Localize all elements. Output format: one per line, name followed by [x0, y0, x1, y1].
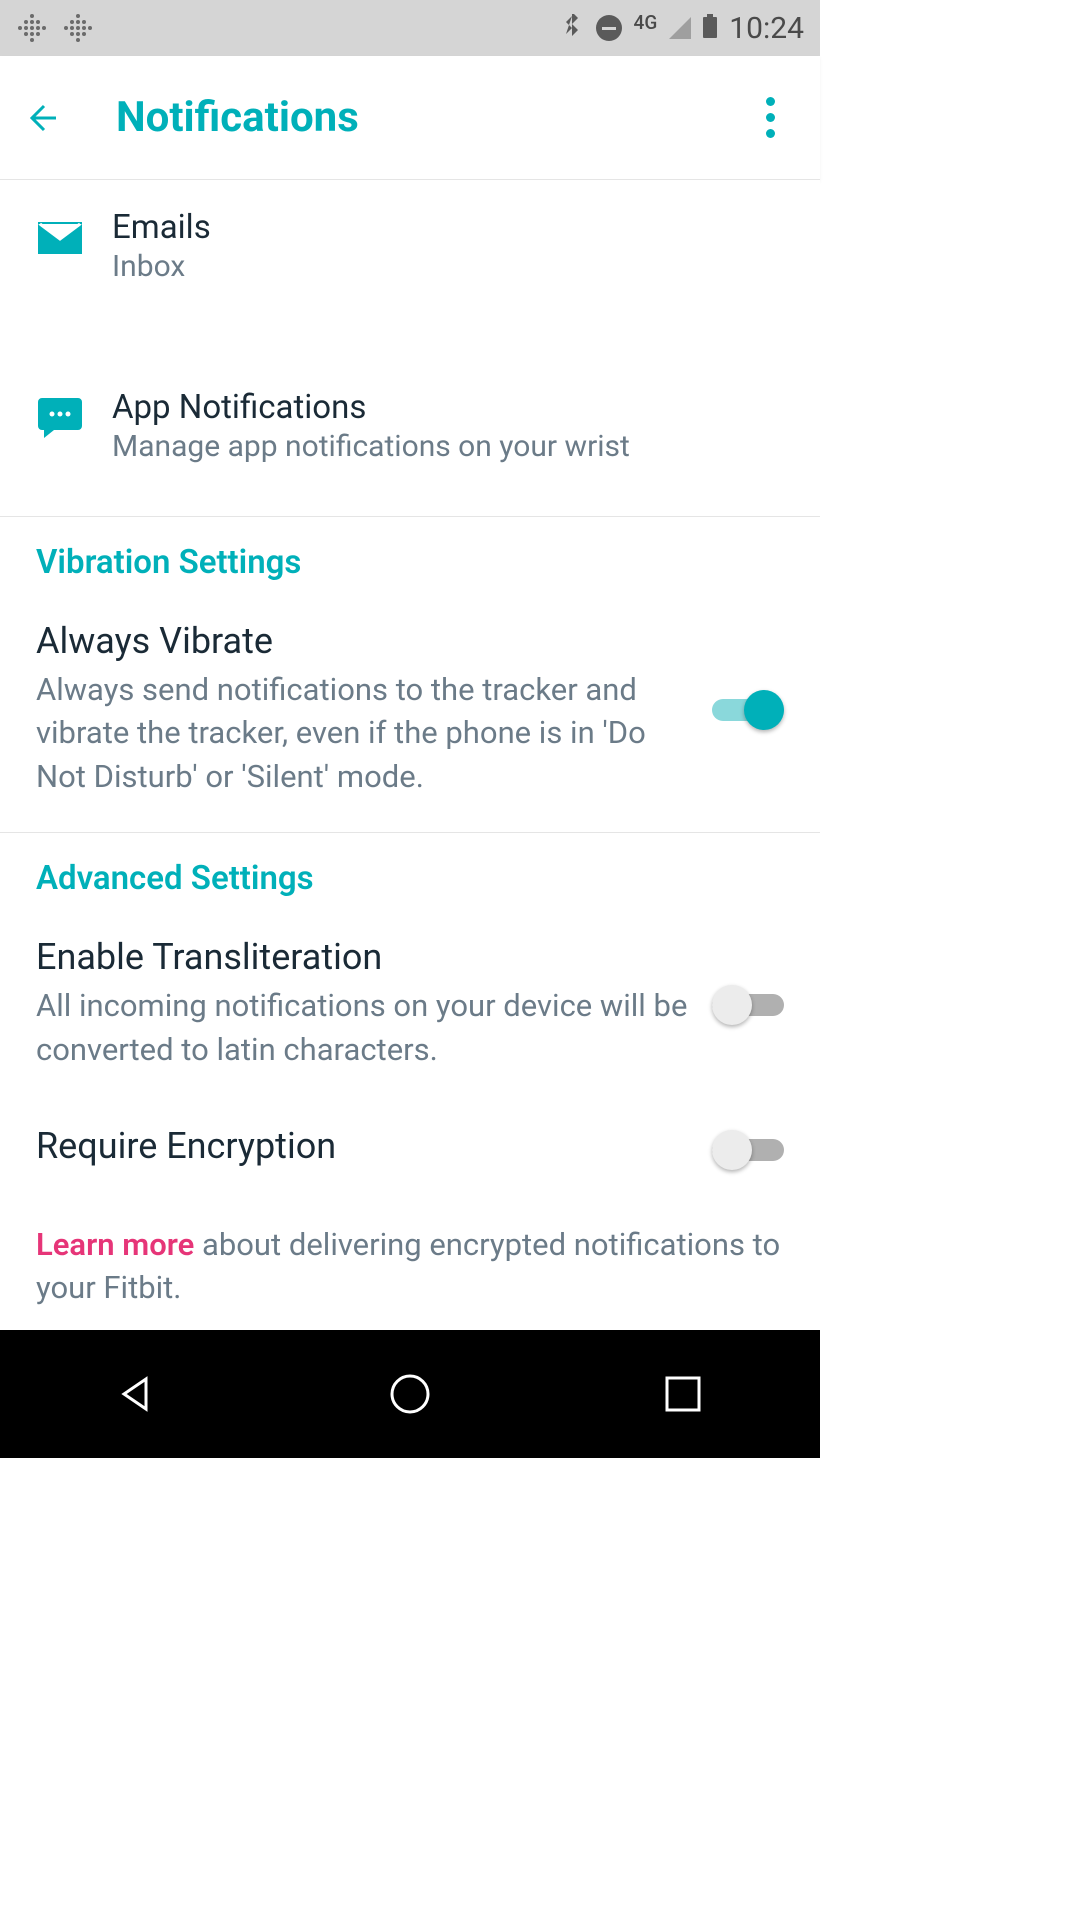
emails-subtitle: Inbox — [112, 249, 784, 284]
encryption-footer: Learn more about delivering encrypted no… — [0, 1207, 820, 1330]
always-vibrate-subtitle: Always send notifications to the tracker… — [36, 668, 692, 798]
emails-title: Emails — [112, 208, 784, 247]
encryption-item[interactable]: Require Encryption — [0, 1105, 820, 1207]
page-title: Notifications — [116, 93, 746, 142]
advanced-section-header: Advanced Settings — [0, 833, 820, 916]
email-icon — [36, 214, 84, 262]
nav-recent-button[interactable] — [643, 1354, 723, 1434]
status-right: 4G 10:24 — [560, 11, 804, 46]
signal-icon — [669, 17, 691, 39]
navigation-bar — [0, 1330, 820, 1458]
appbar: Notifications — [0, 56, 820, 180]
status-bar: 4G 10:24 — [0, 0, 820, 56]
always-vibrate-switch[interactable] — [712, 687, 784, 731]
app-notifications-title: App Notifications — [112, 388, 784, 427]
overflow-menu-button[interactable] — [746, 94, 794, 142]
always-vibrate-title: Always Vibrate — [36, 620, 692, 662]
learn-more-link[interactable]: Learn more — [36, 1226, 194, 1263]
status-left — [16, 12, 94, 44]
app-notifications-item[interactable]: App Notifications Manage app notificatio… — [0, 360, 820, 492]
transliteration-item[interactable]: Enable Transliteration All incoming noti… — [0, 916, 820, 1105]
encryption-title: Require Encryption — [36, 1125, 692, 1167]
emails-item[interactable]: Emails Inbox — [0, 180, 820, 312]
app-notifications-subtitle: Manage app notifications on your wrist — [112, 429, 784, 464]
clock-time: 10:24 — [729, 11, 804, 46]
transliteration-subtitle: All incoming notifications on your devic… — [36, 984, 692, 1071]
transliteration-switch[interactable] — [712, 982, 784, 1026]
nav-home-button[interactable] — [370, 1354, 450, 1434]
vibration-section-header: Vibration Settings — [0, 517, 820, 600]
do-not-disturb-icon — [596, 15, 622, 41]
transliteration-title: Enable Transliteration — [36, 936, 692, 978]
bluetooth-icon — [560, 14, 584, 42]
chat-icon — [36, 394, 84, 442]
content-area: Emails Inbox App Notifications Manage ap… — [0, 180, 820, 1330]
network-type: 4G — [634, 11, 658, 34]
always-vibrate-item[interactable]: Always Vibrate Always send notifications… — [0, 600, 820, 832]
back-button[interactable] — [16, 88, 76, 148]
encryption-switch[interactable] — [712, 1127, 784, 1171]
nav-back-button[interactable] — [97, 1354, 177, 1434]
fitbit-app-icon — [62, 12, 94, 44]
fitbit-app-icon — [16, 12, 48, 44]
battery-icon — [703, 14, 717, 42]
